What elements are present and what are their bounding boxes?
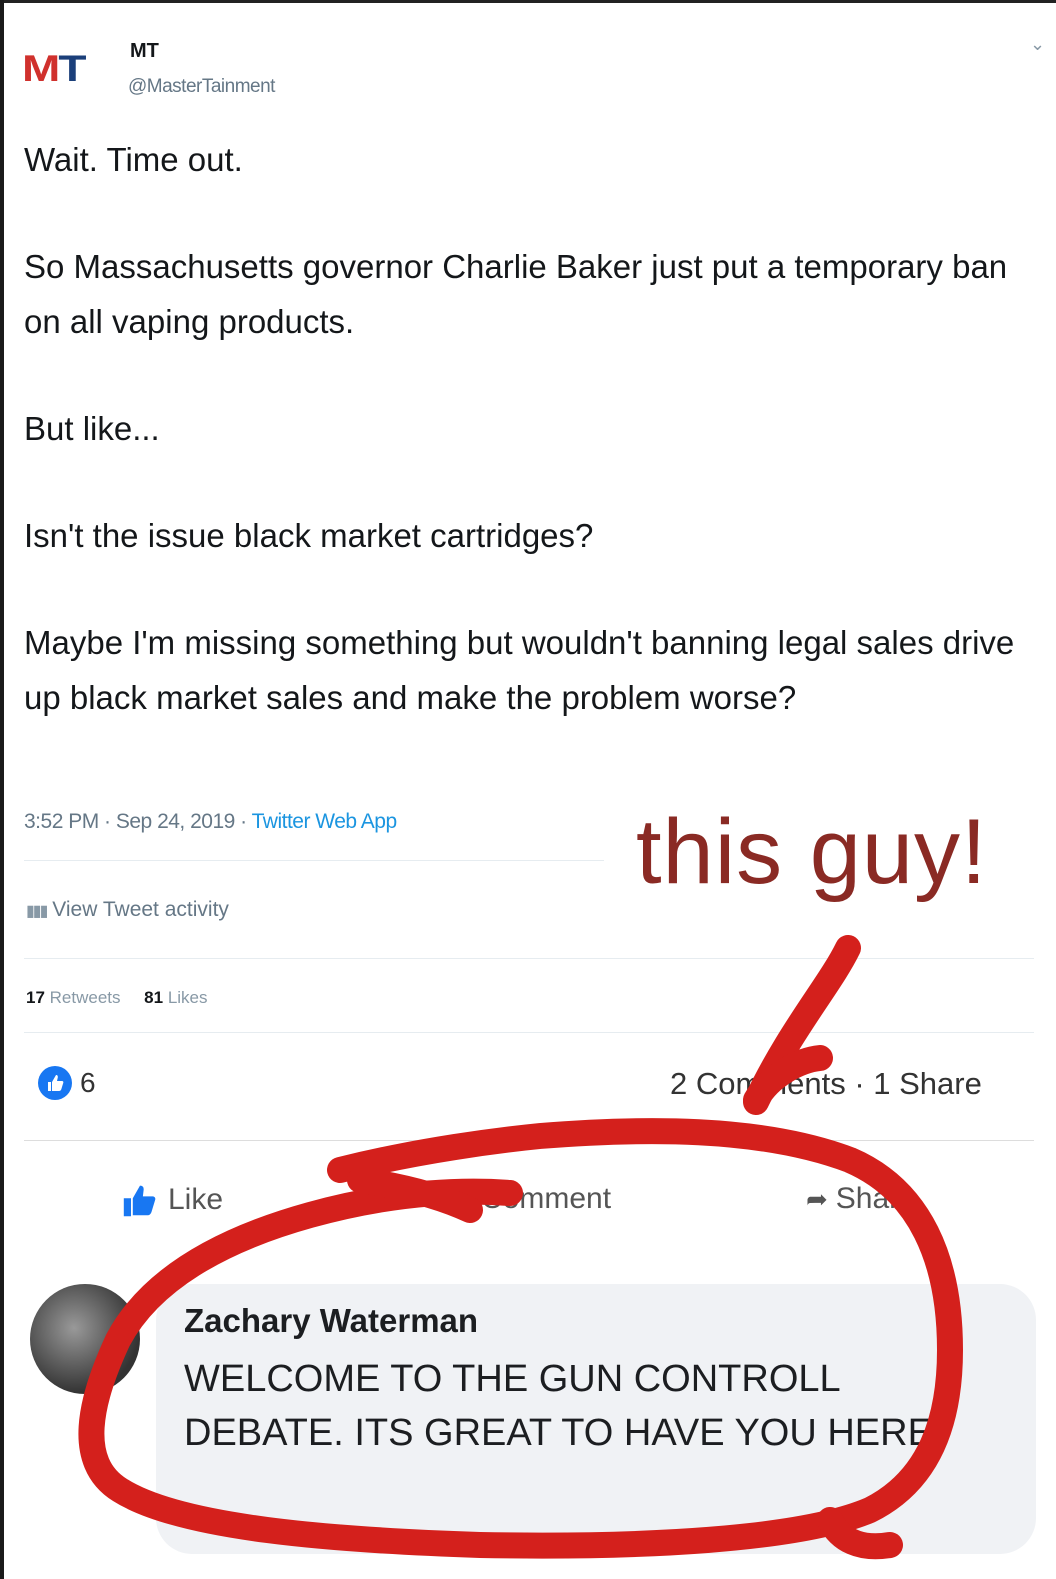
tweet-activity-link[interactable]: ▮▮▮ View Tweet activity [26,898,229,922]
divider [24,860,604,861]
comments-shares-count[interactable]: 2 Comments · 1 Share [670,1066,982,1102]
tweet-paragraph: So Massachusetts governor Charlie Baker … [24,248,1008,340]
annotation-text: this guy! [636,801,988,903]
account-logo[interactable]: MT [22,47,86,90]
tweet-paragraph: But like... [24,410,160,447]
source-link[interactable]: Twitter Web App [252,810,398,833]
likes-label[interactable]: Likes [168,988,208,1007]
comment-button[interactable]: 🗨 Comment [440,1182,611,1216]
logo-letter-t: T [58,47,86,90]
left-border [0,0,4,1579]
avatar[interactable] [30,1284,140,1394]
like-reaction-icon [38,1066,72,1100]
retweets-label[interactable]: Retweets [50,988,121,1007]
logo-letter-m: M [22,47,60,90]
comment-text: WELCOME TO THE GUN CONTROLL DEBATE. ITS … [184,1358,944,1454]
reaction-summary[interactable]: 6 [38,1066,96,1100]
divider [24,1032,1034,1033]
like-label: Like [168,1183,224,1216]
retweets-count[interactable]: 17 [26,988,45,1007]
comment-icon: 🗨 [440,1183,474,1214]
chevron-down-icon[interactable]: ⌄ [1030,34,1045,55]
divider [24,1140,1034,1141]
tweet-paragraph: Wait. Time out. [24,141,243,178]
share-button[interactable]: ➦ Share [806,1182,916,1216]
share-icon: ➦ [806,1183,828,1214]
bar-chart-icon: ▮▮▮ [26,903,48,920]
display-name[interactable]: MT [130,40,159,63]
top-border [0,0,1056,3]
thumbs-up-icon [123,1185,156,1217]
tweet-paragraph: Isn't the issue black market cartridges? [24,517,594,554]
divider [24,958,1034,959]
tweet-paragraph: Maybe I'm missing something but wouldn't… [24,624,1015,716]
user-handle[interactable]: @MasterTainment [128,76,275,98]
tweet-timestamp: 3:52 PM · Sep 24, 2019 · Twitter Web App [24,810,397,834]
tweet-stats: 17 Retweets 81 Likes [26,988,208,1008]
like-button[interactable]: Like [120,1182,223,1218]
likes-count[interactable]: 81 [144,988,163,1007]
activity-label: View Tweet activity [52,898,229,921]
comment-label: Comment [481,1182,612,1215]
reaction-count: 6 [80,1067,96,1098]
comment-author[interactable]: Zachary Waterman [184,1302,478,1340]
timestamp-text[interactable]: 3:52 PM · Sep 24, 2019 · [24,810,252,833]
share-label: Share [835,1182,916,1215]
tweet-text: Wait. Time out. So Massachusetts governo… [24,132,1034,777]
